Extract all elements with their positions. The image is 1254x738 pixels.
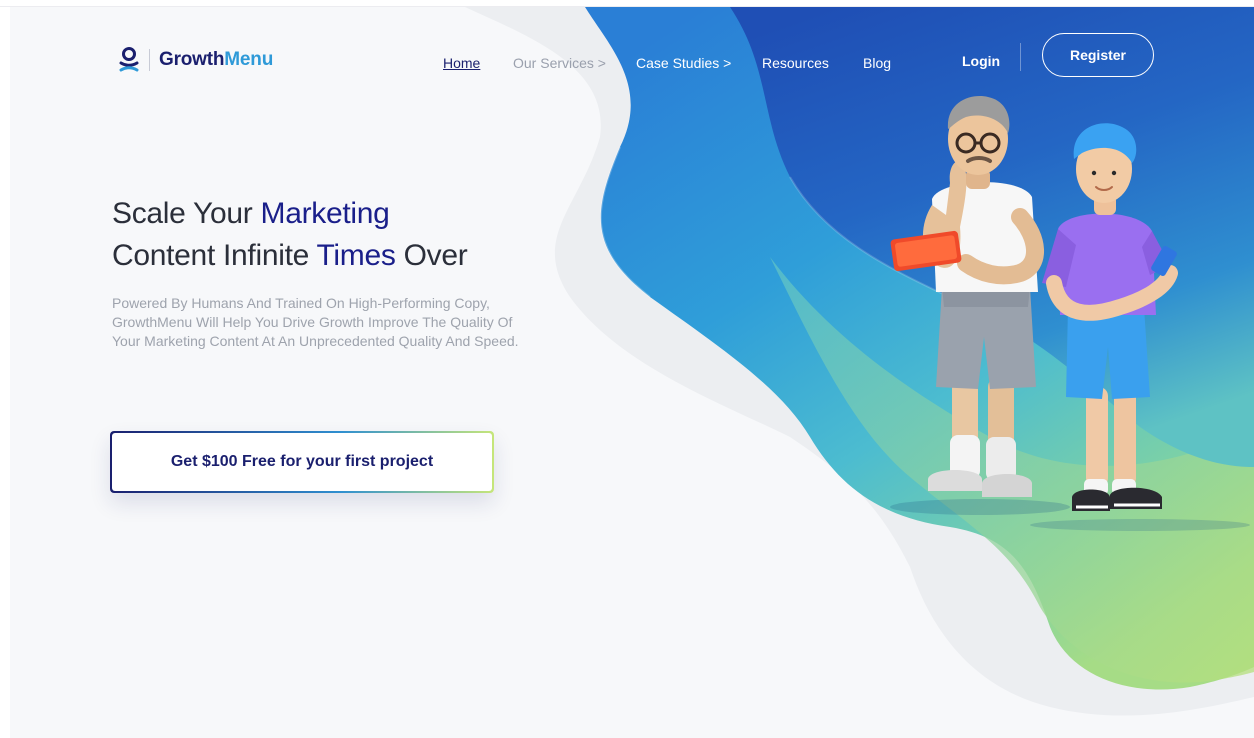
nav-link-resources[interactable]: Resources <box>762 54 829 72</box>
nav-separator <box>1020 43 1021 71</box>
hero-title-part: Scale Your <box>112 197 261 230</box>
browser-top-strip <box>0 0 1254 7</box>
nav-link-home[interactable]: Home <box>443 54 480 72</box>
brand-logo[interactable]: GrowthMenu <box>118 45 273 75</box>
logo-text-menu: Menu <box>224 49 274 70</box>
logo-divider <box>149 49 150 71</box>
login-link[interactable]: Login <box>962 53 1000 69</box>
page: GrowthMenu Home Our Services > Case Stud… <box>0 0 1254 738</box>
older-man-figure <box>890 96 1044 497</box>
hero-description: Powered By Humans And Trained On High-Pe… <box>112 295 519 349</box>
characters-illustration <box>890 96 1250 531</box>
logo-wordmark: GrowthMenu <box>159 49 273 71</box>
nav-link-case-studies[interactable]: Case Studies > <box>636 54 731 72</box>
hero-title-part: Over <box>395 239 468 272</box>
nav-link-our-services[interactable]: Our Services > <box>513 54 606 72</box>
hero-title-part: Content Infinite <box>112 239 317 272</box>
hero-title-highlight-marketing: Marketing <box>260 197 390 230</box>
hero-title: Scale Your Marketing Content Infinite Ti… <box>112 193 612 277</box>
cta-free-project-button[interactable]: Get $100 Free for your first project <box>110 431 494 493</box>
register-button[interactable]: Register <box>1042 33 1154 77</box>
young-man-figure <box>1042 123 1178 511</box>
nav-link-blog[interactable]: Blog <box>863 54 891 72</box>
hero-section: GrowthMenu Home Our Services > Case Stud… <box>10 7 1254 738</box>
person-pin-icon <box>119 47 139 72</box>
logo-text-growth: Growth <box>159 49 225 70</box>
hero-title-highlight-times: Times <box>316 239 396 272</box>
cta-free-project-label: Get $100 Free for your first project <box>112 433 492 491</box>
